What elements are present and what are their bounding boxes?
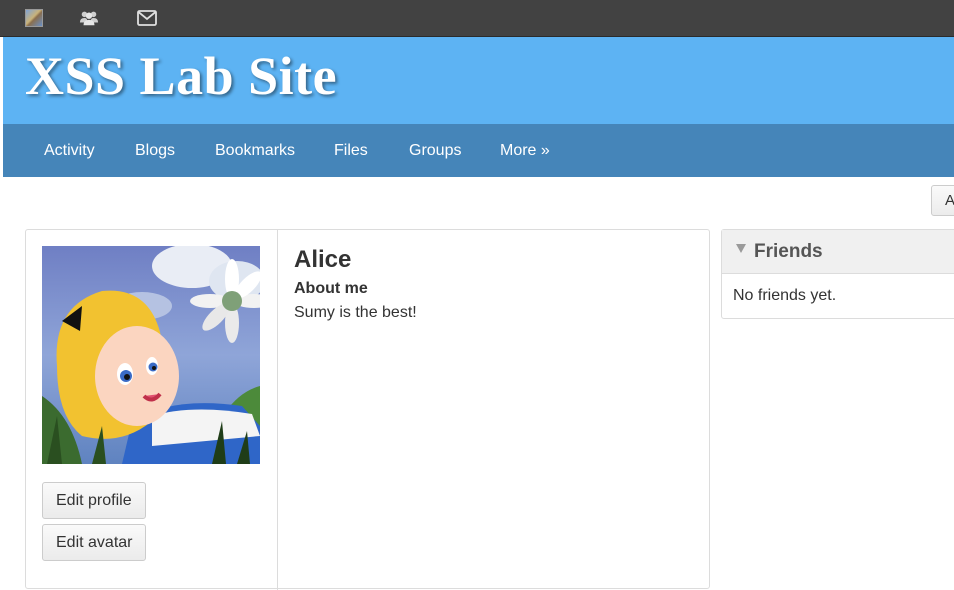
profile-name: Alice xyxy=(294,246,352,273)
nav-item-activity[interactable]: Activity xyxy=(44,124,95,177)
friends-empty-text: No friends yet. xyxy=(733,287,837,304)
mail-icon[interactable] xyxy=(137,8,157,28)
about-me-label: About me xyxy=(294,280,368,297)
friends-widget-header: Friends xyxy=(722,230,954,274)
action-button[interactable]: A xyxy=(931,185,954,216)
friends-widget-title: Friends xyxy=(754,241,823,262)
edit-profile-button[interactable]: Edit profile xyxy=(42,482,146,519)
top-bar xyxy=(0,0,954,37)
site-header: XSS Lab Site xyxy=(3,37,954,124)
nav-item-files[interactable]: Files xyxy=(334,124,368,177)
nav-item-bookmarks[interactable]: Bookmarks xyxy=(215,124,295,177)
page-left-edge xyxy=(0,177,3,571)
friends-widget: Friends No friends yet. xyxy=(721,229,954,319)
user-avatar-icon[interactable] xyxy=(24,8,44,28)
nav-item-more[interactable]: More » xyxy=(500,124,550,177)
profile-sidebar: Edit profile Edit avatar xyxy=(26,230,278,590)
main-nav: Activity Blogs Bookmarks Files Groups Mo… xyxy=(3,124,954,177)
profile-card: Edit profile Edit avatar Alice About me … xyxy=(25,229,710,590)
site-title[interactable]: XSS Lab Site xyxy=(25,45,337,107)
nav-item-blogs[interactable]: Blogs xyxy=(135,124,175,177)
edit-avatar-button[interactable]: Edit avatar xyxy=(42,524,147,561)
friends-icon[interactable] xyxy=(79,8,99,28)
collapse-toggle-icon[interactable] xyxy=(736,244,746,253)
about-me-text: Sumy is the best! xyxy=(294,304,417,321)
profile-avatar xyxy=(42,246,260,464)
nav-item-groups[interactable]: Groups xyxy=(409,124,461,177)
